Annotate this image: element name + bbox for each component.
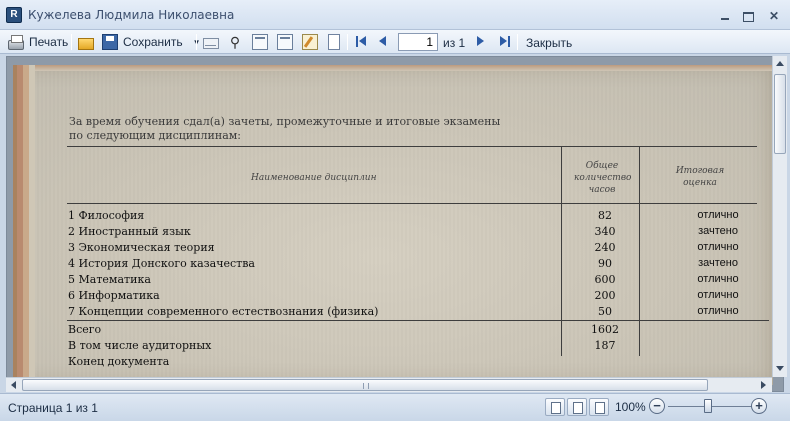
document-page: За время обучения сдал(а) зачеты, промеж… (13, 65, 773, 385)
page-number-input[interactable] (398, 33, 438, 51)
classroom-label: В том числе аудиторных (68, 339, 212, 352)
horizontal-scrollbar[interactable] (6, 377, 772, 392)
print-label: Печать (29, 35, 69, 49)
zoom-level: 100% (615, 400, 646, 414)
vertical-scroll-thumb[interactable] (774, 74, 786, 154)
discipline-grade: отлично (697, 241, 739, 253)
zoom-out-icon[interactable]: − (649, 398, 665, 414)
find-button[interactable]: ⚲ (227, 33, 243, 51)
discipline-hours: 240 (594, 241, 616, 254)
table-top-rule (67, 146, 757, 147)
discipline-grade: отлично (697, 289, 739, 301)
page-setup-button[interactable] (326, 33, 340, 51)
continuous-view-button[interactable] (589, 398, 609, 416)
scroll-right-icon[interactable] (761, 381, 766, 389)
scroll-up-icon[interactable] (776, 61, 784, 66)
discipline-name: 3 Экономическая теория (68, 241, 215, 254)
zoom-slider-thumb[interactable] (704, 399, 712, 413)
horizontal-scroll-thumb[interactable] (22, 379, 708, 391)
header-grade: Итоговая оценка (675, 166, 725, 188)
grip-icon (363, 383, 369, 389)
discipline-name: 6 Информатика (68, 289, 160, 302)
page-setup-icon (328, 34, 340, 50)
intro-text: За время обучения сдал(а) зачеты, промеж… (69, 115, 500, 143)
discipline-grade: зачтено (698, 225, 738, 237)
toolbar-separator (517, 34, 518, 50)
email-icon (203, 38, 219, 49)
classroom-hours: 187 (594, 339, 616, 352)
next-page-icon[interactable] (477, 36, 484, 46)
discipline-hours: 600 (594, 273, 616, 286)
previous-page-icon[interactable] (379, 36, 386, 46)
discipline-grade: отлично (697, 273, 739, 285)
page-status: Страница 1 из 1 (8, 401, 98, 415)
toolbar: Печать Сохранить ▼ ⚲ из 1 Закрыть (0, 30, 790, 54)
last-page-icon[interactable] (500, 36, 510, 47)
title-bar: R Кужелева Людмила Николаевна ✕ (0, 0, 790, 30)
discipline-name: 1 Философия (68, 209, 145, 222)
discipline-name: 7 Концепции современного естествознания … (68, 305, 379, 318)
discipline-hours: 50 (598, 305, 612, 318)
save-button[interactable]: Сохранить ▼ (102, 33, 201, 51)
discipline-hours: 90 (598, 257, 612, 270)
discipline-name: 5 Математика (68, 273, 151, 286)
single-page-view-button[interactable] (567, 398, 587, 416)
document-viewer: За время обучения сдал(а) зачеты, промеж… (6, 56, 784, 392)
discipline-hours: 340 (594, 225, 616, 238)
email-button[interactable] (203, 33, 219, 51)
header-hours: Общее количество часов (574, 161, 632, 195)
toolbar-separator (347, 34, 348, 50)
end-of-document: Конец документа (68, 355, 170, 368)
edit-button[interactable] (302, 33, 318, 51)
print-button[interactable]: Печать (8, 33, 68, 51)
parameters-icon (277, 34, 293, 50)
zoom-in-icon[interactable]: + (751, 398, 767, 414)
parameters-button[interactable] (277, 33, 293, 51)
header-bottom-rule (67, 203, 757, 204)
toolbar-separator (71, 34, 72, 50)
scroll-left-icon[interactable] (11, 381, 16, 389)
document-map-button[interactable] (252, 33, 268, 51)
save-label: Сохранить (123, 35, 183, 49)
printer-icon (8, 34, 24, 50)
discipline-grade: отлично (697, 209, 739, 221)
status-bar: Страница 1 из 1 100% − + (0, 393, 790, 421)
edit-icon (302, 34, 318, 50)
document-map-icon (252, 34, 268, 50)
close-window-button[interactable]: ✕ (767, 10, 781, 22)
totals-rule (67, 320, 769, 321)
open-folder-icon (78, 37, 94, 50)
scroll-down-icon[interactable] (776, 366, 784, 371)
report-app-icon: R (6, 7, 22, 23)
print-layout-view-button[interactable] (545, 398, 565, 416)
discipline-name: 4 История Донского казачества (68, 257, 255, 270)
intro-line-2: по следующим дисциплинам: (69, 129, 242, 142)
minimize-button[interactable] (718, 10, 732, 22)
window-title: Кужелева Людмила Николаевна (28, 8, 235, 22)
total-hours: 1602 (591, 323, 619, 336)
discipline-grade: зачтено (698, 257, 738, 269)
toolbar-separator (196, 34, 197, 50)
first-page-icon[interactable] (356, 36, 366, 47)
intro-line-1: За время обучения сдал(а) зачеты, промеж… (69, 115, 501, 128)
column-divider (639, 146, 640, 356)
discipline-grade: отлично (697, 305, 739, 317)
page-count-label: из 1 (443, 36, 466, 50)
open-button[interactable] (78, 33, 94, 51)
total-label: Всего (68, 323, 102, 336)
save-disk-icon (102, 34, 118, 50)
vertical-scrollbar[interactable] (772, 56, 787, 377)
column-divider (561, 146, 562, 356)
discipline-hours: 82 (598, 209, 612, 222)
close-report-button[interactable]: Закрыть (526, 36, 572, 50)
discipline-name: 2 Иностранный язык (68, 225, 191, 238)
header-discipline: Наименование дисциплин (251, 173, 377, 183)
maximize-button[interactable] (741, 10, 755, 22)
discipline-hours: 200 (594, 289, 616, 302)
find-icon: ⚲ (229, 34, 241, 50)
